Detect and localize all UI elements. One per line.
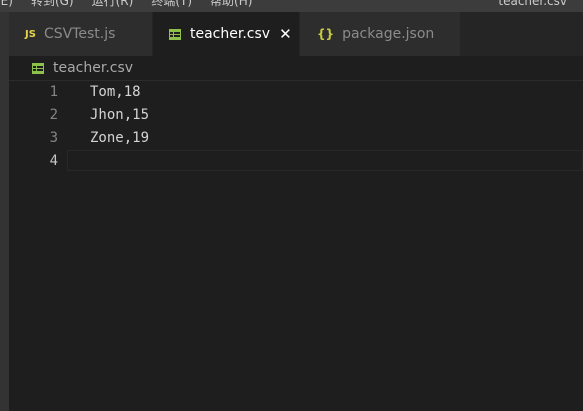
code-line-current[interactable]: 4 [9,150,583,173]
activity-bar [0,12,9,411]
window-title: teacher.csv [498,0,567,8]
code-line[interactable]: 1 Tom,18 [9,81,583,104]
line-number: 2 [49,107,58,123]
close-icon[interactable]: ✕ [279,26,292,42]
menu-item-terminal[interactable]: 终端(T) [151,0,192,8]
menu-item-help[interactable]: 帮助(H) [210,0,252,8]
tab-label: CSVTest.js [43,26,116,42]
code-editor[interactable]: 1 Tom,18 2 Jhon,15 3 Zone,19 4 [9,81,583,411]
menu-item-go[interactable]: 转到(G) [31,0,74,8]
editor-tab-bar: JS CSVTest.js teacher.csv ✕ {} package.j… [9,12,583,56]
line-number: 1 [49,84,58,100]
tab-csvtest-js[interactable]: JS CSVTest.js [9,12,153,56]
tab-label: package.json [342,26,435,42]
csv-table-icon [32,62,44,74]
code-line[interactable]: 2 Jhon,15 [9,104,583,127]
json-file-icon: {} [317,27,335,41]
menu-items: (E) 转到(G) 运行(R) 终端(T) 帮助(H) [0,0,252,8]
tab-package-json[interactable]: {} package.json [300,12,461,56]
line-text[interactable]: Jhon,15 [90,104,149,127]
menu-item-edit[interactable]: (E) [0,0,13,8]
breadcrumb: teacher.csv [9,56,583,81]
tab-label: teacher.csv [190,26,271,42]
breadcrumb-file-name[interactable]: teacher.csv [53,60,133,76]
menu-bar: (E) 转到(G) 运行(R) 终端(T) 帮助(H) teacher.csv [0,0,583,12]
line-number: 4 [49,153,58,169]
code-line[interactable]: 3 Zone,19 [9,127,583,150]
line-text[interactable]: Tom,18 [90,81,141,104]
javascript-file-icon: JS [25,28,36,40]
csv-table-icon [169,28,181,40]
menu-item-run[interactable]: 运行(R) [92,0,134,8]
tab-teacher-csv[interactable]: teacher.csv ✕ [153,12,300,56]
line-text[interactable]: Zone,19 [90,127,149,150]
current-line-highlight [67,150,583,171]
line-number: 3 [49,130,58,146]
vscode-window: (E) 转到(G) 运行(R) 终端(T) 帮助(H) teacher.csv … [0,0,583,411]
